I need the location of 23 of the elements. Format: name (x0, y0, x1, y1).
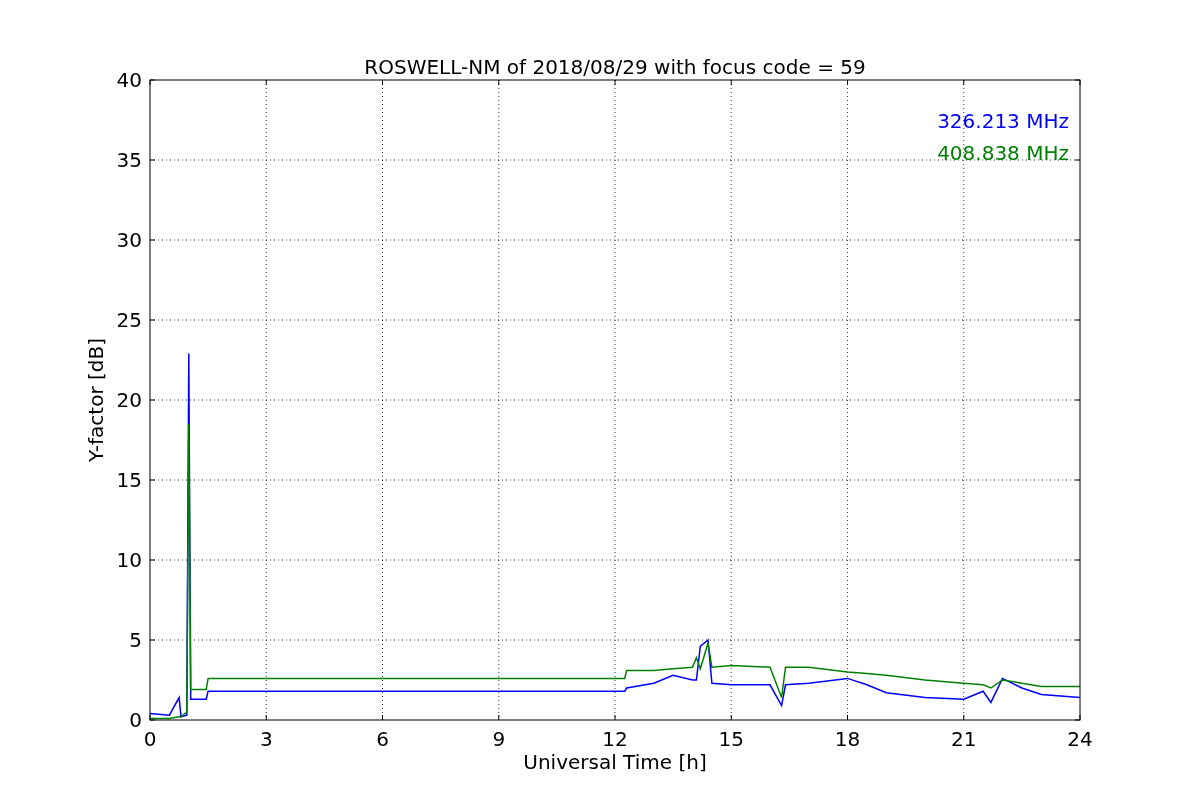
x-axis-label: Universal Time [h] (523, 750, 707, 774)
y-tick-label: 20 (116, 388, 142, 412)
chart-title: ROSWELL-NM of 2018/08/29 with focus code = 59 (364, 55, 866, 79)
y-tick-label: 0 (129, 708, 142, 732)
x-tick-label: 21 (951, 727, 977, 751)
x-tick-label: 12 (602, 727, 628, 751)
y-tick-label: 25 (116, 308, 142, 332)
x-tick-label: 3 (259, 727, 273, 751)
x-tick-label: 24 (1067, 727, 1093, 751)
x-tick-label: 6 (376, 727, 389, 751)
y-tick-label: 15 (116, 468, 142, 492)
y-tick-label: 30 (116, 228, 142, 252)
legend-label: 326.213 MHz (937, 109, 1069, 133)
y-tick-label: 5 (129, 628, 142, 652)
y-tick-label: 40 (116, 68, 142, 92)
x-tick-label: 18 (834, 727, 861, 751)
y-axis-label: Y-factor [dB] (84, 338, 108, 462)
x-tick-label: 0 (143, 727, 157, 751)
y-tick-label: 10 (116, 548, 142, 572)
y-tick-label: 35 (116, 148, 142, 172)
legend-label: 408.838 MHz (937, 141, 1069, 165)
x-tick-label: 15 (718, 727, 744, 751)
x-tick-label: 9 (492, 727, 506, 751)
